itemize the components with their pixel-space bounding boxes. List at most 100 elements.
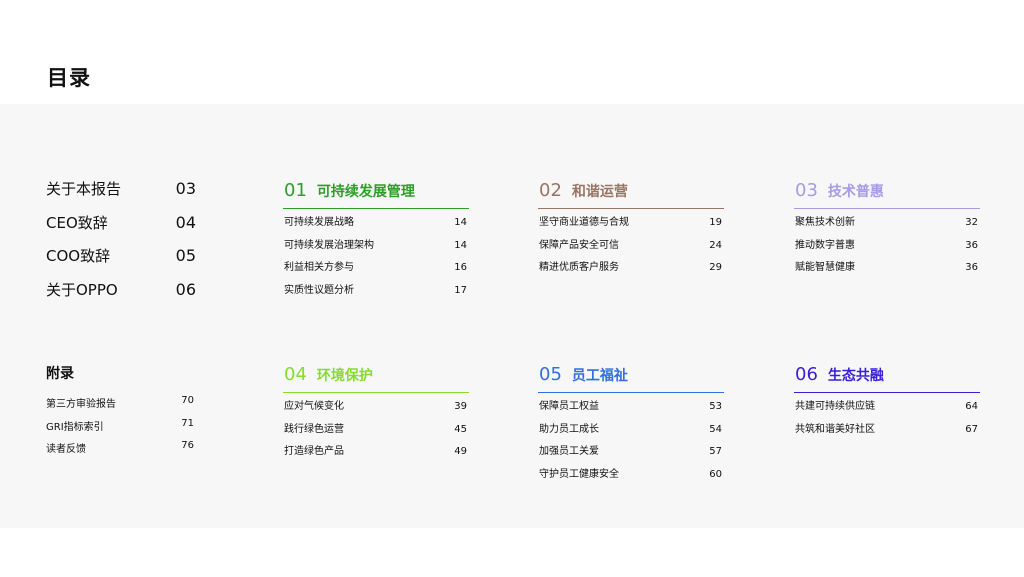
page-title: 目录 [47, 66, 91, 90]
section-item-label: 践行绿色运营 [284, 423, 344, 435]
section-item-page: 49 [454, 446, 467, 457]
toc-entry-ceo-message[interactable]: CEO致辞 04 [46, 212, 196, 246]
section-item-page: 29 [709, 262, 722, 273]
section-item-label: 打造绿色产品 [284, 446, 344, 457]
section-item[interactable]: 利益相关方参与 16 [283, 261, 469, 284]
section-number: 06 [795, 364, 818, 385]
appendix-entry-page: 70 [181, 395, 194, 406]
section-04: 04 环境保护 应对气候变化 39 践行绿色运营 45 打造绿色产品 49 [283, 364, 469, 468]
section-item-label: 可持续发展治理架构 [284, 239, 374, 251]
toc-entry-coo-message[interactable]: COO致辞 05 [46, 245, 196, 279]
appendix-entry-page: 71 [181, 417, 194, 429]
section-item-page: 54 [709, 423, 722, 435]
section-item[interactable]: 精进优质客户服务 29 [538, 261, 724, 284]
section-item-page: 45 [454, 423, 467, 435]
section-divider [538, 392, 724, 393]
section-item[interactable]: 可持续发展治理架构 14 [283, 239, 469, 262]
toc-entry-label: CEO致辞 [46, 213, 108, 232]
section-item-page: 53 [709, 401, 722, 412]
section-divider [794, 392, 980, 393]
section-item-page: 39 [454, 401, 467, 412]
section-number: 01 [284, 180, 307, 201]
toc-entry-page: 05 [175, 246, 196, 265]
section-item-label: 应对气候变化 [284, 401, 344, 412]
main-chapter-list: 关于本报告 03 CEO致辞 04 COO致辞 05 关于OPPO 06 [46, 178, 196, 312]
section-item-page: 36 [965, 262, 978, 273]
section-06: 06 生态共融 共建可持续供应链 64 共筑和谐美好社区 67 [794, 364, 980, 445]
section-number: 02 [539, 180, 562, 201]
section-header[interactable]: 01 可持续发展管理 [283, 180, 469, 204]
section-item-page: 67 [965, 423, 978, 435]
toc-entry-label: 关于本报告 [46, 180, 122, 198]
section-item[interactable]: 赋能智慧健康 36 [794, 261, 980, 284]
section-item-page: 19 [709, 217, 722, 228]
section-item-page: 60 [709, 468, 722, 480]
section-item-label: 守护员工健康安全 [539, 468, 619, 480]
section-number: 04 [284, 364, 307, 385]
toc-entry-about-report[interactable]: 关于本报告 03 [46, 178, 196, 212]
section-item[interactable]: 共筑和谐美好社区 67 [794, 423, 980, 446]
section-item-label: 实质性议题分析 [284, 284, 354, 296]
section-number: 03 [795, 180, 818, 201]
section-divider [283, 208, 469, 209]
section-01: 01 可持续发展管理 可持续发展战略 14 可持续发展治理架构 14 利益相关方… [283, 180, 469, 306]
section-header[interactable]: 06 生态共融 [794, 364, 980, 388]
section-header[interactable]: 02 和谐运营 [538, 180, 724, 204]
section-item[interactable]: 推动数字普惠 36 [794, 239, 980, 262]
section-header[interactable]: 04 环境保护 [283, 364, 469, 388]
section-title: 环境保护 [316, 368, 373, 384]
section-item-page: 17 [454, 284, 467, 296]
section-item-label: 利益相关方参与 [284, 262, 354, 273]
appendix-entry-page: 76 [181, 440, 194, 451]
section-item-page: 36 [965, 239, 978, 251]
section-item[interactable]: 坚守商业道德与合规 19 [538, 216, 724, 239]
section-05: 05 员工福祉 保障员工权益 53 助力员工成长 54 加强员工关爱 57 守护… [538, 364, 724, 490]
section-item-label: 加强员工关爱 [539, 446, 599, 457]
appendix-entry[interactable]: GRI指标索引 71 [46, 418, 194, 441]
appendix-entry[interactable]: 读者反馈 76 [46, 440, 194, 463]
section-item[interactable]: 保障员工权益 53 [538, 400, 724, 423]
section-divider [283, 392, 469, 393]
section-item[interactable]: 应对气候变化 39 [283, 400, 469, 423]
section-item-page: 32 [965, 217, 978, 228]
section-item-label: 精进优质客户服务 [539, 262, 619, 273]
section-item[interactable]: 共建可持续供应链 64 [794, 400, 980, 423]
section-item[interactable]: 保障产品安全可信 24 [538, 239, 724, 262]
section-item[interactable]: 守护员工健康安全 60 [538, 468, 724, 491]
section-title: 技术普惠 [827, 184, 884, 200]
toc-entry-page: 03 [175, 179, 196, 198]
section-item-label: 共筑和谐美好社区 [795, 423, 875, 435]
section-header[interactable]: 03 技术普惠 [794, 180, 980, 204]
section-item[interactable]: 加强员工关爱 57 [538, 445, 724, 468]
toc-entry-label: 关于OPPO [46, 280, 118, 299]
section-item[interactable]: 可持续发展战略 14 [283, 216, 469, 239]
toc-entry-about-oppo[interactable]: 关于OPPO 06 [46, 279, 196, 313]
section-02: 02 和谐运营 坚守商业道德与合规 19 保障产品安全可信 24 精进优质客户服… [538, 180, 724, 284]
section-03: 03 技术普惠 聚焦技术创新 32 推动数字普惠 36 赋能智慧健康 36 [794, 180, 980, 284]
section-item-label: 可持续发展战略 [284, 217, 354, 228]
section-item[interactable]: 聚焦技术创新 32 [794, 216, 980, 239]
section-item[interactable]: 实质性议题分析 17 [283, 284, 469, 307]
section-item[interactable]: 打造绿色产品 49 [283, 445, 469, 468]
section-divider [794, 208, 980, 209]
section-item-label: 助力员工成长 [539, 423, 599, 435]
appendix-entry-label: GRI指标索引 [46, 421, 104, 433]
appendix-entry-label: 第三方审验报告 [46, 399, 116, 410]
section-item-page: 57 [709, 446, 722, 457]
section-item-label: 推动数字普惠 [795, 239, 855, 251]
appendix-title: 附录 [46, 366, 74, 382]
section-item-label: 赋能智慧健康 [795, 262, 855, 273]
section-title: 员工福祉 [571, 368, 628, 384]
section-item-label: 聚焦技术创新 [795, 217, 855, 228]
section-title: 可持续发展管理 [316, 184, 415, 200]
section-item-label: 保障产品安全可信 [539, 239, 619, 251]
appendix-entry[interactable]: 第三方审验报告 70 [46, 395, 194, 418]
section-divider [538, 208, 724, 209]
section-item-label: 保障员工权益 [539, 401, 599, 412]
section-title: 生态共融 [827, 368, 884, 384]
section-item[interactable]: 践行绿色运营 45 [283, 423, 469, 446]
section-header[interactable]: 05 员工福祉 [538, 364, 724, 388]
section-item-label: 坚守商业道德与合规 [539, 217, 629, 228]
section-item-page: 16 [454, 262, 467, 273]
section-item[interactable]: 助力员工成长 54 [538, 423, 724, 446]
